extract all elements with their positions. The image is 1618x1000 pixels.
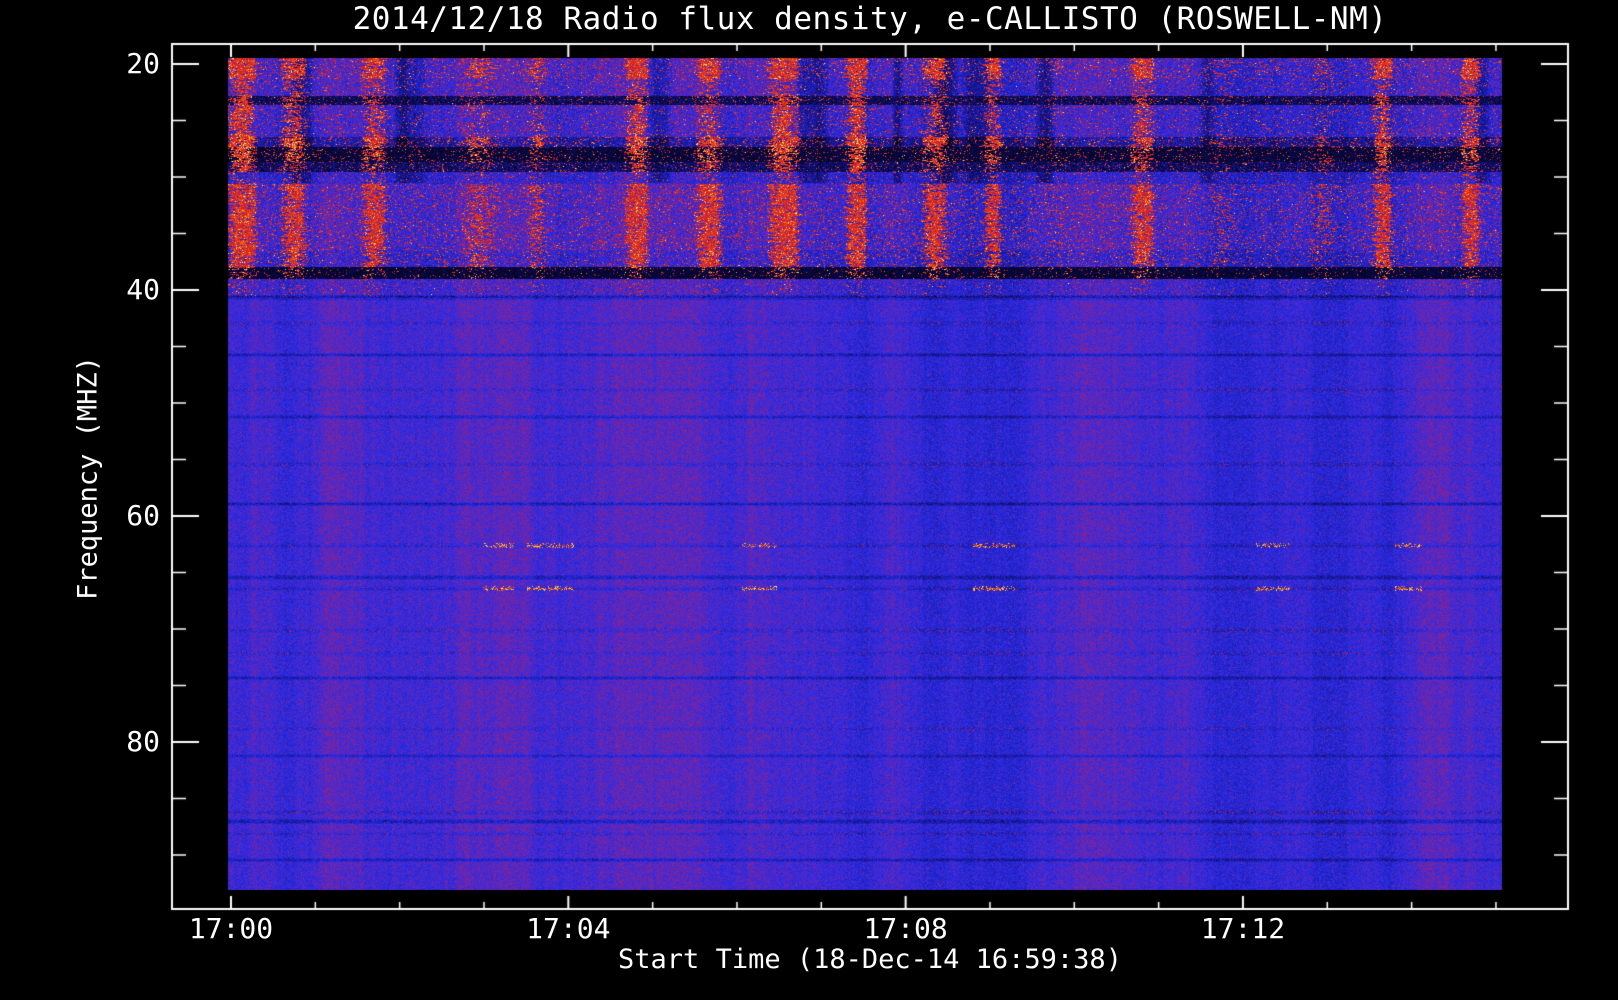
x-tick-label: 17:12 bbox=[1200, 912, 1286, 945]
x-tick-label: 17:00 bbox=[188, 912, 274, 945]
x-tick-label: 17:04 bbox=[526, 912, 611, 945]
y-tick-label: 20 bbox=[126, 47, 160, 80]
y-tick-label: 40 bbox=[126, 273, 160, 306]
y-axis-label: Frequency (MHZ) bbox=[72, 356, 104, 600]
y-tick-label: 80 bbox=[126, 725, 160, 758]
x-tick-label: 17:08 bbox=[863, 912, 948, 945]
spectrogram-page: 2014/12/18 Radio flux density, e-CALLIST… bbox=[0, 0, 1618, 1000]
y-tick-label: 60 bbox=[126, 499, 160, 532]
chart-title: 2014/12/18 Radio flux density, e-CALLIST… bbox=[352, 1, 1388, 37]
x-axis-label: Start Time (18-Dec-14 16:59:38) bbox=[618, 944, 1122, 975]
spectrogram-canvas bbox=[0, 0, 1618, 1000]
